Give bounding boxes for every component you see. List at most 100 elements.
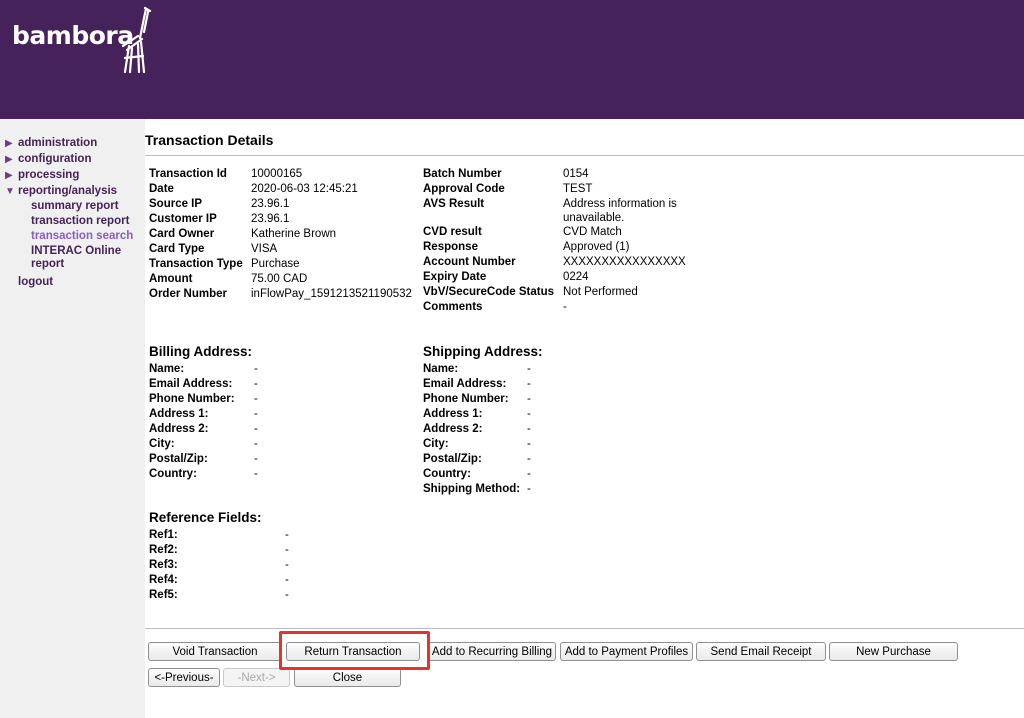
detail-row: Card Owner Katherine Brown: [149, 227, 412, 242]
shipping-label: Address 2:: [423, 423, 483, 435]
detail-row: Date 2020-06-03 12:45:21: [149, 182, 412, 197]
nav-label: configuration: [18, 153, 92, 165]
detail-label: CVD result: [423, 226, 482, 238]
detail-label: Customer IP: [149, 213, 217, 225]
reference-row: Ref1: -: [149, 528, 289, 543]
reference-fields-list: Ref1: - Ref2: - Ref3: - Ref4: - Ref5: -: [149, 528, 289, 603]
billing-label: Phone Number:: [149, 393, 235, 405]
detail-row: Comments -: [423, 300, 686, 315]
shipping-label: City:: [423, 438, 449, 450]
nav-sub-transaction-search[interactable]: transaction search: [5, 230, 143, 243]
nav-item-reporting[interactable]: ▼ reporting/analysis: [5, 183, 143, 199]
detail-label: Order Number: [149, 288, 227, 300]
billing-row: Postal/Zip: -: [149, 452, 258, 467]
detail-row: Amount 75.00 CAD: [149, 272, 412, 287]
billing-label: Address 1:: [149, 408, 209, 420]
reference-value: -: [285, 529, 289, 541]
billing-label: Email Address:: [149, 378, 233, 390]
billing-label: Address 2:: [149, 423, 209, 435]
detail-row: Transaction Id 10000165: [149, 167, 412, 182]
caret-right-icon: ▶: [5, 169, 13, 181]
billing-value: -: [254, 438, 258, 450]
billing-row: Address 1: -: [149, 407, 258, 422]
billing-value: -: [254, 453, 258, 465]
detail-value: Katherine Brown: [251, 228, 337, 240]
reference-row: Ref2: -: [149, 543, 289, 558]
detail-label: Transaction Type: [149, 258, 243, 270]
close-button[interactable]: Close: [294, 668, 401, 687]
detail-value: 0224: [563, 271, 589, 283]
detail-row: Batch Number 0154: [423, 167, 686, 182]
shipping-row: Phone Number: -: [423, 392, 531, 407]
nav-item-configuration[interactable]: ▶ configuration: [5, 151, 143, 167]
previous-button[interactable]: <-Previous-: [148, 668, 220, 687]
reference-label: Ref1:: [149, 529, 178, 541]
shipping-row: Email Address: -: [423, 377, 531, 392]
billing-row: City: -: [149, 437, 258, 452]
shipping-label: Shipping Method:: [423, 483, 521, 495]
send-email-receipt-button[interactable]: Send Email Receipt: [696, 642, 826, 661]
shipping-value: -: [527, 468, 531, 480]
detail-label: Date: [149, 183, 174, 195]
shipping-label: Name:: [423, 363, 459, 375]
detail-value: CVD Match: [563, 226, 622, 238]
detail-value: Not Performed: [563, 286, 638, 298]
add-payment-profiles-button[interactable]: Add to Payment Profiles: [560, 642, 693, 661]
nav-item-logout[interactable]: logout: [5, 274, 143, 290]
detail-label: Account Number: [423, 256, 516, 268]
billing-label: Name:: [149, 363, 185, 375]
shipping-value: -: [527, 378, 531, 390]
shipping-row: City: -: [423, 437, 531, 452]
detail-value: 75.00 CAD: [251, 273, 308, 285]
detail-label: Card Type: [149, 243, 205, 255]
title-divider: [145, 155, 1024, 156]
nav-sub-summary-report[interactable]: summary report: [5, 200, 143, 213]
billing-value: -: [254, 423, 258, 435]
billing-row: Phone Number: -: [149, 392, 258, 407]
shipping-row: Address 2: -: [423, 422, 531, 437]
add-recurring-billing-button[interactable]: Add to Recurring Billing: [428, 642, 556, 661]
detail-row: Response Approved (1): [423, 240, 686, 255]
sidebar: ▶ administration ▶ configuration ▶ processi…: [0, 119, 145, 718]
billing-address-list: Name: - Email Address: - Phone Number: - Ad…: [149, 362, 258, 482]
new-purchase-button[interactable]: New Purchase: [829, 642, 958, 661]
bambora-logo[interactable]: bambora: [12, 6, 162, 76]
shipping-address-list: Name: - Email Address: - Phone Number: - Ad…: [423, 362, 531, 497]
nav-item-administration[interactable]: ▶ administration: [5, 135, 143, 151]
nav-sub-interac-report[interactable]: INTERAC Online report: [5, 245, 143, 271]
detail-value: 10000165: [251, 168, 303, 180]
detail-value: Approved (1): [563, 241, 630, 253]
billing-row: Address 2: -: [149, 422, 258, 437]
billing-value: -: [254, 363, 258, 375]
detail-value: 2020-06-03 12:45:21: [251, 183, 358, 195]
actions-divider: [145, 628, 1024, 629]
billing-value: -: [254, 408, 258, 420]
detail-value: inFlowPay_1591213521190532: [251, 288, 412, 300]
detail-row: Account Number XXXXXXXXXXXXXXXX: [423, 255, 686, 270]
detail-label: Source IP: [149, 198, 203, 210]
nav-label: reporting/analysis: [18, 185, 118, 197]
detail-row: Expiry Date 0224: [423, 270, 686, 285]
void-transaction-button[interactable]: Void Transaction: [148, 642, 282, 661]
detail-row: VbV/SecureCode Status Not Performed: [423, 285, 686, 300]
detail-row: Card Type VISA: [149, 242, 412, 257]
nav-sub-transaction-report[interactable]: transaction report: [5, 215, 143, 228]
transaction-details-right: Batch Number 0154 Approval Code TEST AVS R…: [423, 167, 686, 315]
detail-value: VISA: [251, 243, 278, 255]
reference-value: -: [285, 559, 289, 571]
avs-line: unavailable.: [563, 212, 625, 224]
shipping-row: Country: -: [423, 467, 531, 482]
billing-row: Name: -: [149, 362, 258, 377]
page-title: Transaction Details: [145, 132, 274, 148]
detail-row: Customer IP 23.96.1: [149, 212, 412, 227]
shipping-value: -: [527, 363, 531, 375]
detail-label: AVS Result: [423, 198, 485, 210]
billing-label: Postal/Zip:: [149, 453, 208, 465]
reference-label: Ref5:: [149, 589, 178, 601]
transaction-details-left: Transaction Id 10000165 Date 2020-06-03 12…: [149, 167, 412, 302]
reference-value: -: [285, 574, 289, 586]
shipping-value: -: [527, 438, 531, 450]
nav-item-processing[interactable]: ▶ processing: [5, 167, 143, 183]
shipping-label: Email Address:: [423, 378, 507, 390]
detail-label: Card Owner: [149, 228, 215, 240]
